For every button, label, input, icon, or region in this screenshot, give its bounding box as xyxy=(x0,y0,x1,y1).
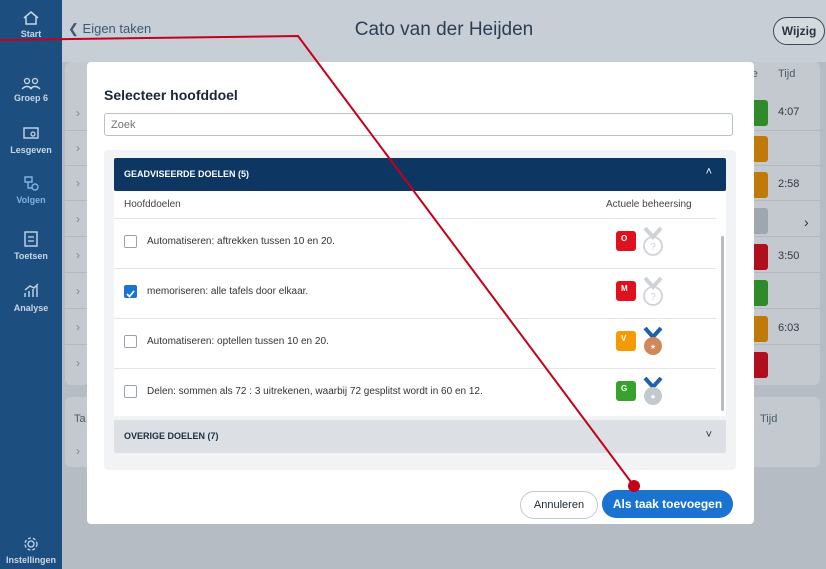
annotation-dot xyxy=(628,480,640,492)
annotation-line xyxy=(0,34,640,492)
